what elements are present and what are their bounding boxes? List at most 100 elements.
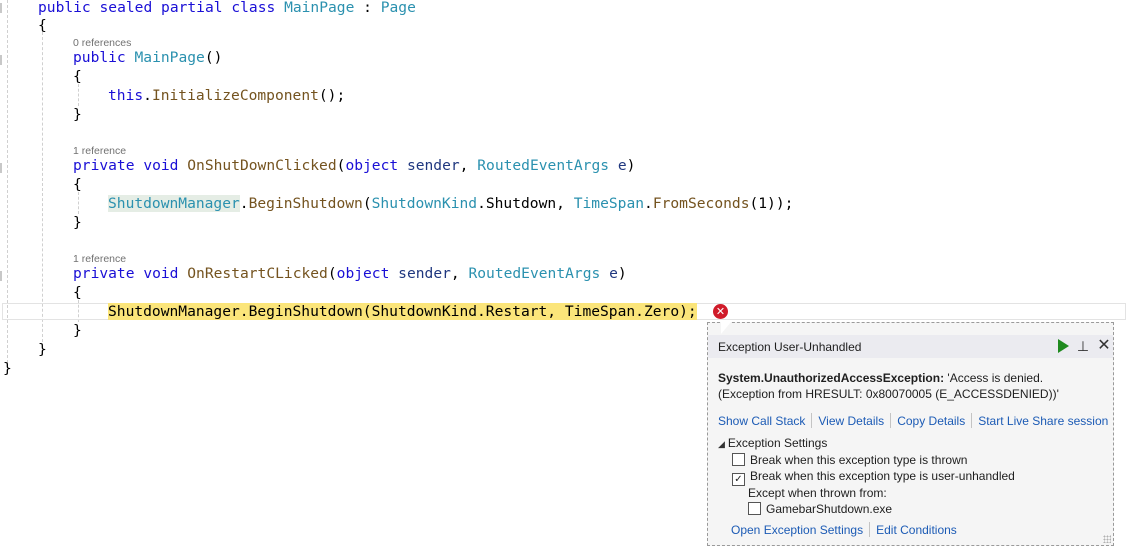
punct: , bbox=[556, 195, 574, 212]
method-name: OnRestartCLicked bbox=[187, 265, 328, 282]
param: sender bbox=[398, 265, 451, 282]
punct: . bbox=[239, 195, 249, 212]
keyword: private bbox=[73, 265, 135, 282]
keyword: void bbox=[143, 265, 179, 282]
ctor-name: MainPage bbox=[134, 49, 205, 66]
code-line-initialize: this.InitializeComponent(); bbox=[108, 86, 345, 105]
class-name: MainPage bbox=[284, 0, 355, 16]
gutter-marker bbox=[0, 55, 2, 65]
type-name: RoutedEventArgs bbox=[477, 157, 610, 174]
punct: . bbox=[143, 87, 152, 104]
play-icon bbox=[1057, 339, 1069, 353]
error-icon[interactable]: ✕ bbox=[713, 304, 728, 319]
popup-header: Exception User-Unhandled ⊥ ✕ bbox=[708, 335, 1113, 358]
separator bbox=[971, 413, 973, 428]
keyword: class bbox=[231, 0, 276, 16]
punct: () bbox=[204, 49, 223, 66]
keyword: object bbox=[336, 265, 390, 282]
separator bbox=[811, 413, 813, 428]
method-name: OnShutDownClicked bbox=[187, 157, 337, 174]
popup-pointer bbox=[721, 322, 731, 334]
continue-button[interactable] bbox=[1054, 337, 1072, 355]
keyword: public bbox=[38, 0, 91, 16]
keyword: partial bbox=[161, 0, 223, 16]
pin-button[interactable]: ⊥ bbox=[1074, 337, 1092, 355]
option-label: Break when this exception type is thrown bbox=[750, 453, 968, 467]
edit-conditions-link[interactable]: Edit Conditions bbox=[876, 523, 957, 537]
live-share-link[interactable]: Start Live Share session bbox=[978, 414, 1108, 428]
param: e bbox=[609, 265, 618, 282]
close-button[interactable]: ✕ bbox=[1095, 337, 1113, 355]
exception-type: System.UnauthorizedAccessException: bbox=[718, 371, 945, 385]
exception-settings-label: Exception Settings bbox=[727, 436, 828, 450]
module-exception-option[interactable]: GamebarShutdown.exe bbox=[748, 502, 892, 516]
code-line-brace: } bbox=[73, 106, 82, 123]
separator bbox=[890, 413, 892, 428]
method-name: FromSeconds bbox=[652, 195, 750, 212]
show-call-stack-link[interactable]: Show Call Stack bbox=[718, 414, 805, 428]
pin-icon: ⊥ bbox=[1076, 338, 1090, 354]
module-checkbox[interactable] bbox=[748, 502, 761, 515]
keyword: object bbox=[345, 157, 399, 174]
code-line-brace: { bbox=[73, 176, 82, 193]
copy-details-link[interactable]: Copy Details bbox=[897, 414, 965, 428]
break-when-thrown-option[interactable]: Break when this exception type is thrown bbox=[732, 453, 967, 467]
class-ref-highlighted: ShutdownManager bbox=[108, 195, 240, 212]
punct: ( bbox=[362, 195, 372, 212]
punct: , bbox=[450, 265, 469, 282]
code-line-brace: } bbox=[73, 214, 82, 231]
type-name: RoutedEventArgs bbox=[468, 265, 601, 282]
keyword: sealed bbox=[99, 0, 153, 16]
except-when-label: Except when thrown from: bbox=[748, 486, 887, 500]
type-name: ShutdownKind bbox=[371, 195, 478, 212]
indent-guide bbox=[78, 192, 79, 214]
keyword: void bbox=[143, 157, 179, 174]
break-when-user-unhandled-option[interactable]: ✓ Break when this exception type is user-… bbox=[732, 469, 1015, 486]
code-line-begin-shutdown: ShutdownManager.BeginShutdown(ShutdownKi… bbox=[108, 194, 793, 213]
code-line-brace: } bbox=[73, 322, 82, 339]
code-line-current-statement: ShutdownManager.BeginShutdown(ShutdownKi… bbox=[108, 302, 697, 321]
collapse-triangle-icon: ◢ bbox=[718, 439, 725, 449]
code-line-brace: { bbox=[73, 284, 82, 301]
code-line-brace: { bbox=[73, 68, 82, 85]
separator bbox=[869, 522, 871, 537]
code-line-class-declaration: public sealed partial class MainPage : P… bbox=[38, 0, 416, 17]
resize-grip[interactable] bbox=[1103, 535, 1111, 543]
indent-guide bbox=[78, 84, 79, 106]
enum-member: Shutdown bbox=[485, 195, 557, 212]
keyword: private bbox=[73, 157, 135, 174]
punct: , bbox=[459, 157, 478, 174]
punct: : bbox=[354, 0, 381, 16]
punct: . bbox=[477, 195, 486, 212]
param: e bbox=[617, 157, 627, 174]
code-line-ctor: public MainPage() bbox=[73, 48, 222, 67]
param: sender bbox=[406, 157, 460, 174]
base-class-name: Page bbox=[380, 0, 416, 16]
break-when-thrown-checkbox[interactable] bbox=[732, 453, 745, 466]
code-line-brace: } bbox=[38, 341, 47, 358]
popup-title: Exception User-Unhandled bbox=[718, 340, 862, 354]
code-line-brace: } bbox=[3, 360, 12, 377]
exception-message: System.UnauthorizedAccessException: 'Acc… bbox=[718, 370, 1103, 402]
type-name: TimeSpan bbox=[573, 195, 645, 212]
punct: ) bbox=[626, 157, 636, 174]
option-label: Break when this exception type is user-u… bbox=[750, 469, 1015, 483]
exception-helper-popup: Exception User-Unhandled ⊥ ✕ System.Unau… bbox=[707, 322, 1114, 546]
method-name: BeginShutdown bbox=[248, 195, 363, 212]
open-exception-settings-link[interactable]: Open Exception Settings bbox=[731, 523, 863, 537]
bottom-links: Open Exception Settings Edit Conditions bbox=[731, 522, 957, 537]
punct: (1)); bbox=[749, 195, 794, 212]
keyword: this bbox=[108, 87, 144, 104]
break-when-user-unhandled-checkbox[interactable]: ✓ bbox=[732, 473, 745, 486]
code-line-shutdown-signature: private void OnShutDownClicked(object se… bbox=[73, 156, 635, 175]
view-details-link[interactable]: View Details bbox=[818, 414, 884, 428]
punct: ( bbox=[327, 265, 337, 282]
exception-settings-toggle[interactable]: ◢ Exception Settings bbox=[718, 436, 827, 450]
execution-highlight: ShutdownManager.BeginShutdown(ShutdownKi… bbox=[108, 303, 697, 320]
code-line-restart-signature: private void OnRestartCLicked(object sen… bbox=[73, 264, 627, 283]
punct: . bbox=[644, 195, 653, 212]
gutter-marker bbox=[0, 271, 2, 281]
module-label: GamebarShutdown.exe bbox=[766, 502, 893, 516]
punct: (); bbox=[318, 87, 346, 104]
code-line-brace: { bbox=[38, 17, 47, 34]
